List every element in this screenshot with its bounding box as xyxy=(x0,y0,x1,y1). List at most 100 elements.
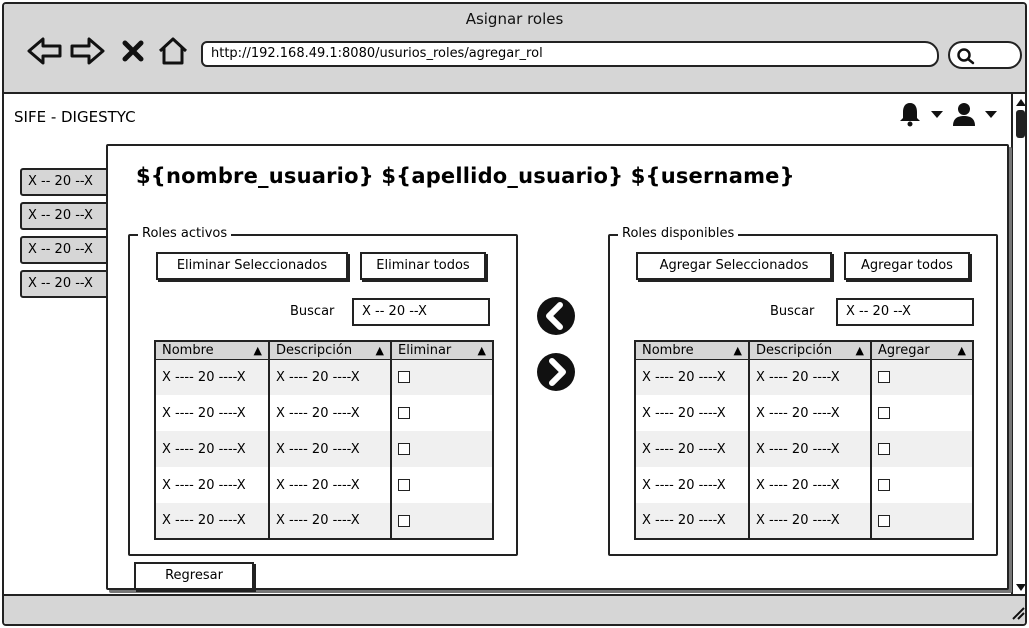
sort-icon[interactable]: ▲ xyxy=(254,344,262,357)
resize-grip-icon[interactable] xyxy=(1009,604,1025,620)
table-row: X ---- 20 ----X X ---- 20 ----X xyxy=(155,467,494,503)
chevron-down-icon[interactable] xyxy=(985,109,997,119)
search-label: Buscar xyxy=(290,304,335,319)
row-checkbox[interactable] xyxy=(398,443,410,455)
remove-selected-button[interactable]: Eliminar Seleccionados xyxy=(156,252,348,280)
cell-nombre: X ---- 20 ----X xyxy=(155,503,270,539)
row-checkbox[interactable] xyxy=(878,514,890,527)
row-checkbox[interactable] xyxy=(398,514,410,527)
sort-icon[interactable]: ▲ xyxy=(478,344,486,357)
table-row: X ---- 20 ----X X ---- 20 ----X xyxy=(635,395,974,431)
scroll-up-arrow-icon[interactable] xyxy=(1015,96,1027,108)
sidebar-item[interactable]: X -- 20 --X xyxy=(20,270,112,298)
cell-nombre: X ---- 20 ----X xyxy=(155,431,270,467)
scroll-thumb[interactable] xyxy=(1016,110,1025,138)
browser-chrome: Asignar roles http://192.168.49.1:8080/u… xyxy=(4,4,1025,94)
sidebar-item[interactable]: X -- 20 --X xyxy=(20,202,112,230)
sort-icon[interactable]: ▲ xyxy=(734,344,742,357)
cell-descripcion: X ---- 20 ----X xyxy=(749,359,872,395)
column-header-descripcion[interactable]: Descripción ▲ xyxy=(749,341,872,360)
column-header-nombre[interactable]: Nombre ▲ xyxy=(155,341,270,360)
remove-all-button[interactable]: Eliminar todos xyxy=(360,252,486,280)
window-title: Asignar roles xyxy=(465,10,564,28)
table-row: X ---- 20 ----X X ---- 20 ----X xyxy=(635,359,974,395)
table-header-row: Nombre ▲ Descripción ▲ Eliminar ▲ xyxy=(155,341,494,360)
search-input[interactable]: X -- 20 --X xyxy=(352,298,490,326)
circle-arrow-left-icon[interactable] xyxy=(536,296,576,336)
cell-agregar xyxy=(871,359,974,395)
circle-arrow-right-icon[interactable] xyxy=(536,352,576,392)
column-header-descripcion[interactable]: Descripción ▲ xyxy=(269,341,392,360)
cell-agregar xyxy=(871,503,974,539)
app-name: SIFE - DIGESTYC xyxy=(14,108,136,126)
back-button[interactable]: Regresar xyxy=(134,562,254,590)
cell-eliminar xyxy=(391,359,494,395)
magnifier-icon xyxy=(957,48,975,65)
url-bar[interactable]: http://192.168.49.1:8080/usurios_roles/a… xyxy=(201,41,939,67)
user-icon[interactable] xyxy=(951,101,977,127)
available-roles-table: Nombre ▲ Descripción ▲ Agregar ▲ X ---- 20 … xyxy=(634,340,974,540)
column-header-eliminar[interactable]: Eliminar ▲ xyxy=(391,341,494,360)
assign-roles-dialog: ${nombre_usuario} ${apellido_usuario} ${… xyxy=(106,144,1009,590)
home-outline-icon[interactable] xyxy=(156,35,190,67)
table-row: X ---- 20 ----X X ---- 20 ----X xyxy=(635,431,974,467)
column-header-nombre[interactable]: Nombre ▲ xyxy=(635,341,750,360)
cell-agregar xyxy=(871,467,974,503)
arrow-right-outline-icon[interactable] xyxy=(68,35,106,67)
browser-search[interactable] xyxy=(948,41,1022,69)
column-header-agregar[interactable]: Agregar ▲ xyxy=(871,341,974,360)
available-roles-legend: Roles disponibles xyxy=(618,226,739,241)
search-input[interactable]: X -- 20 --X xyxy=(836,298,974,326)
cell-descripcion: X ---- 20 ----X xyxy=(269,359,392,395)
add-selected-button[interactable]: Agregar Seleccionados xyxy=(636,252,832,280)
row-checkbox[interactable] xyxy=(878,407,890,419)
active-roles-panel: Roles activos Eliminar Seleccionados Eli… xyxy=(128,226,518,556)
cell-descripcion: X ---- 20 ----X xyxy=(749,395,872,431)
sort-icon[interactable]: ▲ xyxy=(958,344,966,357)
header-icons xyxy=(897,100,997,128)
sidebar-item[interactable]: X -- 20 --X xyxy=(20,236,112,264)
available-roles-panel: Roles disponibles Agregar Seleccionados … xyxy=(608,226,998,556)
scroll-down-arrow-icon[interactable] xyxy=(1015,582,1027,594)
sort-icon[interactable]: ▲ xyxy=(376,344,384,357)
chevron-down-icon[interactable] xyxy=(931,109,943,119)
cell-descripcion: X ---- 20 ----X xyxy=(269,503,392,539)
cell-nombre: X ---- 20 ----X xyxy=(155,395,270,431)
arrow-left-outline-icon[interactable] xyxy=(26,35,64,67)
row-checkbox[interactable] xyxy=(878,371,890,384)
cell-eliminar xyxy=(391,395,494,431)
sort-icon[interactable]: ▲ xyxy=(856,344,864,357)
dialog-title: ${nombre_usuario} ${apellido_usuario} ${… xyxy=(136,164,795,188)
vertical-scrollbar[interactable] xyxy=(1011,94,1027,596)
cell-nombre: X ---- 20 ----X xyxy=(635,395,750,431)
table-row: X ---- 20 ----X X ---- 20 ----X xyxy=(155,431,494,467)
row-checkbox[interactable] xyxy=(878,443,890,455)
cell-nombre: X ---- 20 ----X xyxy=(635,431,750,467)
row-checkbox[interactable] xyxy=(398,407,410,419)
cell-agregar xyxy=(871,431,974,467)
row-checkbox[interactable] xyxy=(398,371,410,384)
browser-window: Asignar roles http://192.168.49.1:8080/u… xyxy=(2,2,1027,626)
bell-icon[interactable] xyxy=(897,101,923,127)
table-row: X ---- 20 ----X X ---- 20 ----X xyxy=(155,503,494,539)
table-row: X ---- 20 ----X X ---- 20 ----X xyxy=(635,467,974,503)
cell-descripcion: X ---- 20 ----X xyxy=(269,395,392,431)
add-all-button[interactable]: Agregar todos xyxy=(844,252,970,280)
cell-descripcion: X ---- 20 ----X xyxy=(749,467,872,503)
cell-nombre: X ---- 20 ----X xyxy=(635,467,750,503)
cell-descripcion: X ---- 20 ----X xyxy=(269,431,392,467)
cell-nombre: X ---- 20 ----X xyxy=(635,359,750,395)
table-row: X ---- 20 ----X X ---- 20 ----X xyxy=(155,359,494,395)
page-viewport: SIFE - DIGESTYC X -- 20 --X X -- 20 --X … xyxy=(4,94,1027,596)
cell-eliminar xyxy=(391,503,494,539)
table-row: X ---- 20 ----X X ---- 20 ----X xyxy=(635,503,974,539)
x-icon[interactable] xyxy=(120,35,146,67)
cell-descripcion: X ---- 20 ----X xyxy=(749,431,872,467)
cell-descripcion: X ---- 20 ----X xyxy=(749,503,872,539)
row-checkbox[interactable] xyxy=(398,479,410,491)
status-bar xyxy=(4,594,1025,624)
sidebar-item[interactable]: X -- 20 --X xyxy=(20,168,112,196)
row-checkbox[interactable] xyxy=(878,479,890,491)
active-roles-legend: Roles activos xyxy=(138,226,232,241)
search-label: Buscar xyxy=(770,304,815,319)
